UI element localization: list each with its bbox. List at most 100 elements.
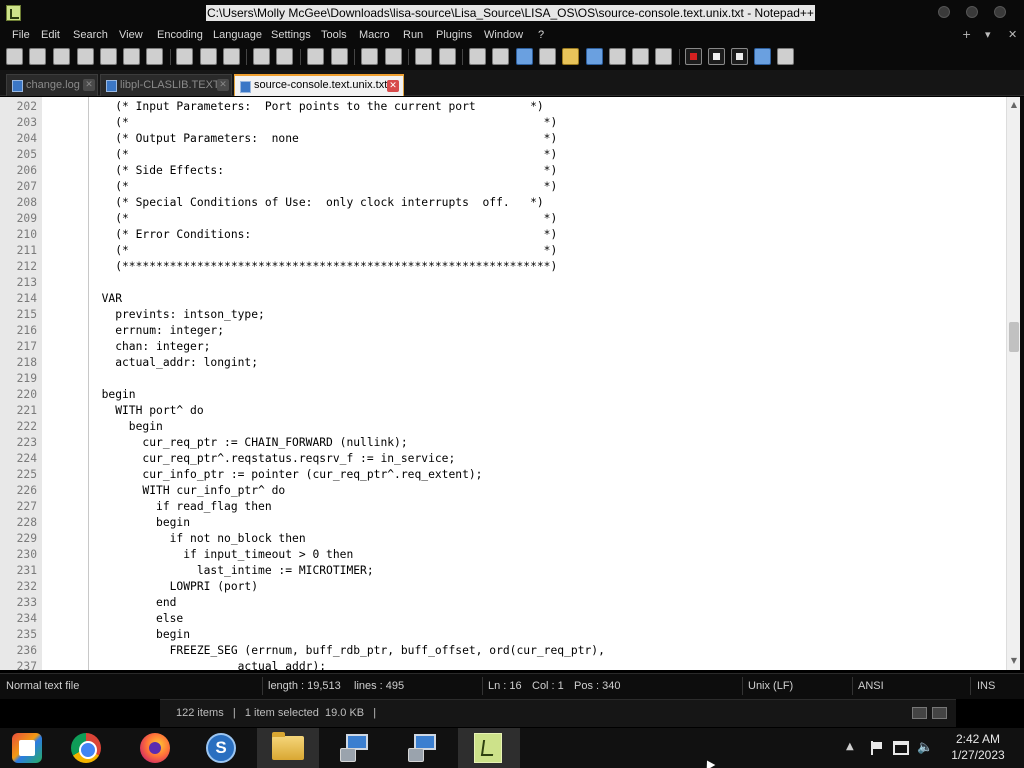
code-line[interactable]: 203 (* *)	[0, 115, 1006, 131]
code-line[interactable]: 208 (* Special Conditions of Use: only c…	[0, 195, 1006, 211]
line-text[interactable]: FREEZE_SEG (errnum, buff_rdb_ptr, buff_o…	[88, 643, 605, 659]
find-icon[interactable]	[307, 48, 324, 65]
doc-map-icon[interactable]	[562, 48, 579, 65]
taskbar-remote-desktop[interactable]	[324, 728, 386, 768]
line-text[interactable]: (* Input Parameters: Port points to the …	[88, 99, 543, 115]
tab-list-control[interactable]: ▾	[985, 28, 991, 42]
line-text[interactable]: if input_timeout > 0 then	[88, 547, 353, 563]
line-text[interactable]: cur_req_ptr^.reqstatus.reqsrv_f := in_se…	[88, 451, 455, 467]
close-window-button[interactable]	[994, 6, 1006, 18]
menu-file[interactable]: File	[12, 28, 30, 42]
line-text[interactable]: else	[88, 611, 183, 627]
preview-icon[interactable]	[655, 48, 672, 65]
line-text[interactable]: (* *)	[88, 211, 557, 227]
code-line[interactable]: 222 begin	[0, 419, 1006, 435]
menu-window[interactable]: Window	[484, 28, 523, 42]
taskbar-notepad-plus-plus[interactable]	[458, 728, 520, 768]
code-line[interactable]: 228 begin	[0, 515, 1006, 531]
line-text[interactable]: actual_addr);	[88, 659, 326, 670]
code-line[interactable]: 223 cur_req_ptr := CHAIN_FORWARD (nullin…	[0, 435, 1006, 451]
scroll-thumb[interactable]	[1009, 322, 1019, 352]
line-text[interactable]: begin	[88, 627, 190, 643]
tab-source-console[interactable]: source-console.text.unix.txt ✕	[234, 74, 404, 96]
scroll-up-icon[interactable]: ▲	[1009, 99, 1019, 111]
new-file-icon[interactable]	[6, 48, 23, 65]
details-view-icon[interactable]	[912, 707, 927, 719]
line-text[interactable]: begin	[88, 387, 136, 403]
code-line[interactable]: 213	[0, 275, 1006, 291]
code-line[interactable]: 216 errnum: integer;	[0, 323, 1006, 339]
line-text[interactable]: actual_addr: longint;	[88, 355, 258, 371]
maximize-button[interactable]	[966, 6, 978, 18]
menu-language[interactable]: Language	[213, 28, 262, 42]
cut-icon[interactable]	[176, 48, 193, 65]
sync-vertical-icon[interactable]	[415, 48, 432, 65]
taskbar-file-explorer[interactable]	[257, 728, 319, 768]
menu-macro[interactable]: Macro	[359, 28, 390, 42]
code-line[interactable]: 225 cur_info_ptr := pointer (cur_req_ptr…	[0, 467, 1006, 483]
code-line[interactable]: 236 FREEZE_SEG (errnum, buff_rdb_ptr, bu…	[0, 643, 1006, 659]
code-line[interactable]: 230 if input_timeout > 0 then	[0, 547, 1006, 563]
large-icons-view-icon[interactable]	[932, 707, 947, 719]
code-line[interactable]: 235 begin	[0, 627, 1006, 643]
save-icon[interactable]	[53, 48, 70, 65]
stop-record-icon[interactable]	[708, 48, 725, 65]
line-text[interactable]: (* *)	[88, 179, 557, 195]
code-line[interactable]: 211 (* *)	[0, 243, 1006, 259]
menu-encoding[interactable]: Encoding	[157, 28, 203, 42]
code-line[interactable]: 218 actual_addr: longint;	[0, 355, 1006, 371]
code-line[interactable]: 207 (* *)	[0, 179, 1006, 195]
menu-help[interactable]: ?	[538, 28, 544, 42]
line-text[interactable]: end	[88, 595, 176, 611]
copy-icon[interactable]	[200, 48, 217, 65]
start-button[interactable]	[0, 728, 54, 768]
code-line[interactable]: 206 (* Side Effects: *)	[0, 163, 1006, 179]
close-document-control[interactable]: ✕	[1008, 28, 1017, 42]
code-line[interactable]: 234 else	[0, 611, 1006, 627]
minimize-button[interactable]	[938, 6, 950, 18]
zoom-in-icon[interactable]	[361, 48, 378, 65]
paste-icon[interactable]	[223, 48, 240, 65]
menu-search[interactable]: Search	[73, 28, 108, 42]
encoding-status[interactable]: ANSI	[858, 680, 884, 692]
code-line[interactable]: 226 WITH cur_info_ptr^ do	[0, 483, 1006, 499]
monitoring-icon[interactable]	[632, 48, 649, 65]
tab-libpl-claslib[interactable]: libpl-CLASLIB.TEXT ✕	[100, 74, 232, 96]
tab-change-log[interactable]: change.log ✕	[6, 74, 98, 96]
replace-icon[interactable]	[331, 48, 348, 65]
code-line[interactable]: 227 if read_flag then	[0, 499, 1006, 515]
new-tab-control[interactable]: +	[962, 28, 971, 42]
code-line[interactable]: 215 prevints: intson_type;	[0, 307, 1006, 323]
run-macro-multiple-icon[interactable]	[754, 48, 771, 65]
code-line[interactable]: 221 WITH port^ do	[0, 403, 1006, 419]
line-text[interactable]: (* *)	[88, 115, 557, 131]
close-all-icon[interactable]	[123, 48, 140, 65]
line-text[interactable]: (***************************************…	[88, 259, 557, 275]
menu-plugins[interactable]: Plugins	[436, 28, 472, 42]
menu-run[interactable]: Run	[403, 28, 423, 42]
code-line[interactable]: 232 LOWPRI (port)	[0, 579, 1006, 595]
line-text[interactable]: (* Error Conditions: *)	[88, 227, 557, 243]
line-text[interactable]: WITH cur_info_ptr^ do	[88, 483, 285, 499]
close-icon[interactable]	[100, 48, 117, 65]
code-line[interactable]: 219	[0, 371, 1006, 387]
code-line[interactable]: 233 end	[0, 595, 1006, 611]
code-line[interactable]: 202 (* Input Parameters: Port points to …	[0, 99, 1006, 115]
vertical-scrollbar[interactable]: ▲ ▼	[1006, 97, 1020, 670]
taskbar-firefox[interactable]	[124, 728, 186, 768]
print-icon[interactable]	[146, 48, 163, 65]
menu-settings[interactable]: Settings	[271, 28, 311, 42]
line-text[interactable]: chan: integer;	[88, 339, 210, 355]
code-line[interactable]: 214 VAR	[0, 291, 1006, 307]
code-line[interactable]: 210 (* Error Conditions: *)	[0, 227, 1006, 243]
menu-view[interactable]: View	[119, 28, 143, 42]
code-line[interactable]: 224 cur_req_ptr^.reqstatus.reqsrv_f := i…	[0, 451, 1006, 467]
language-icon[interactable]	[539, 48, 556, 65]
line-text[interactable]: cur_req_ptr := CHAIN_FORWARD (nullink);	[88, 435, 407, 451]
tab-close-icon[interactable]: ✕	[217, 79, 229, 91]
line-text[interactable]: begin	[88, 419, 163, 435]
code-line[interactable]: 209 (* *)	[0, 211, 1006, 227]
system-clock[interactable]: 2:42 AM 1/27/2023	[938, 731, 1018, 763]
indent-guide-icon[interactable]	[516, 48, 533, 65]
code-line[interactable]: 237 actual_addr);	[0, 659, 1006, 670]
